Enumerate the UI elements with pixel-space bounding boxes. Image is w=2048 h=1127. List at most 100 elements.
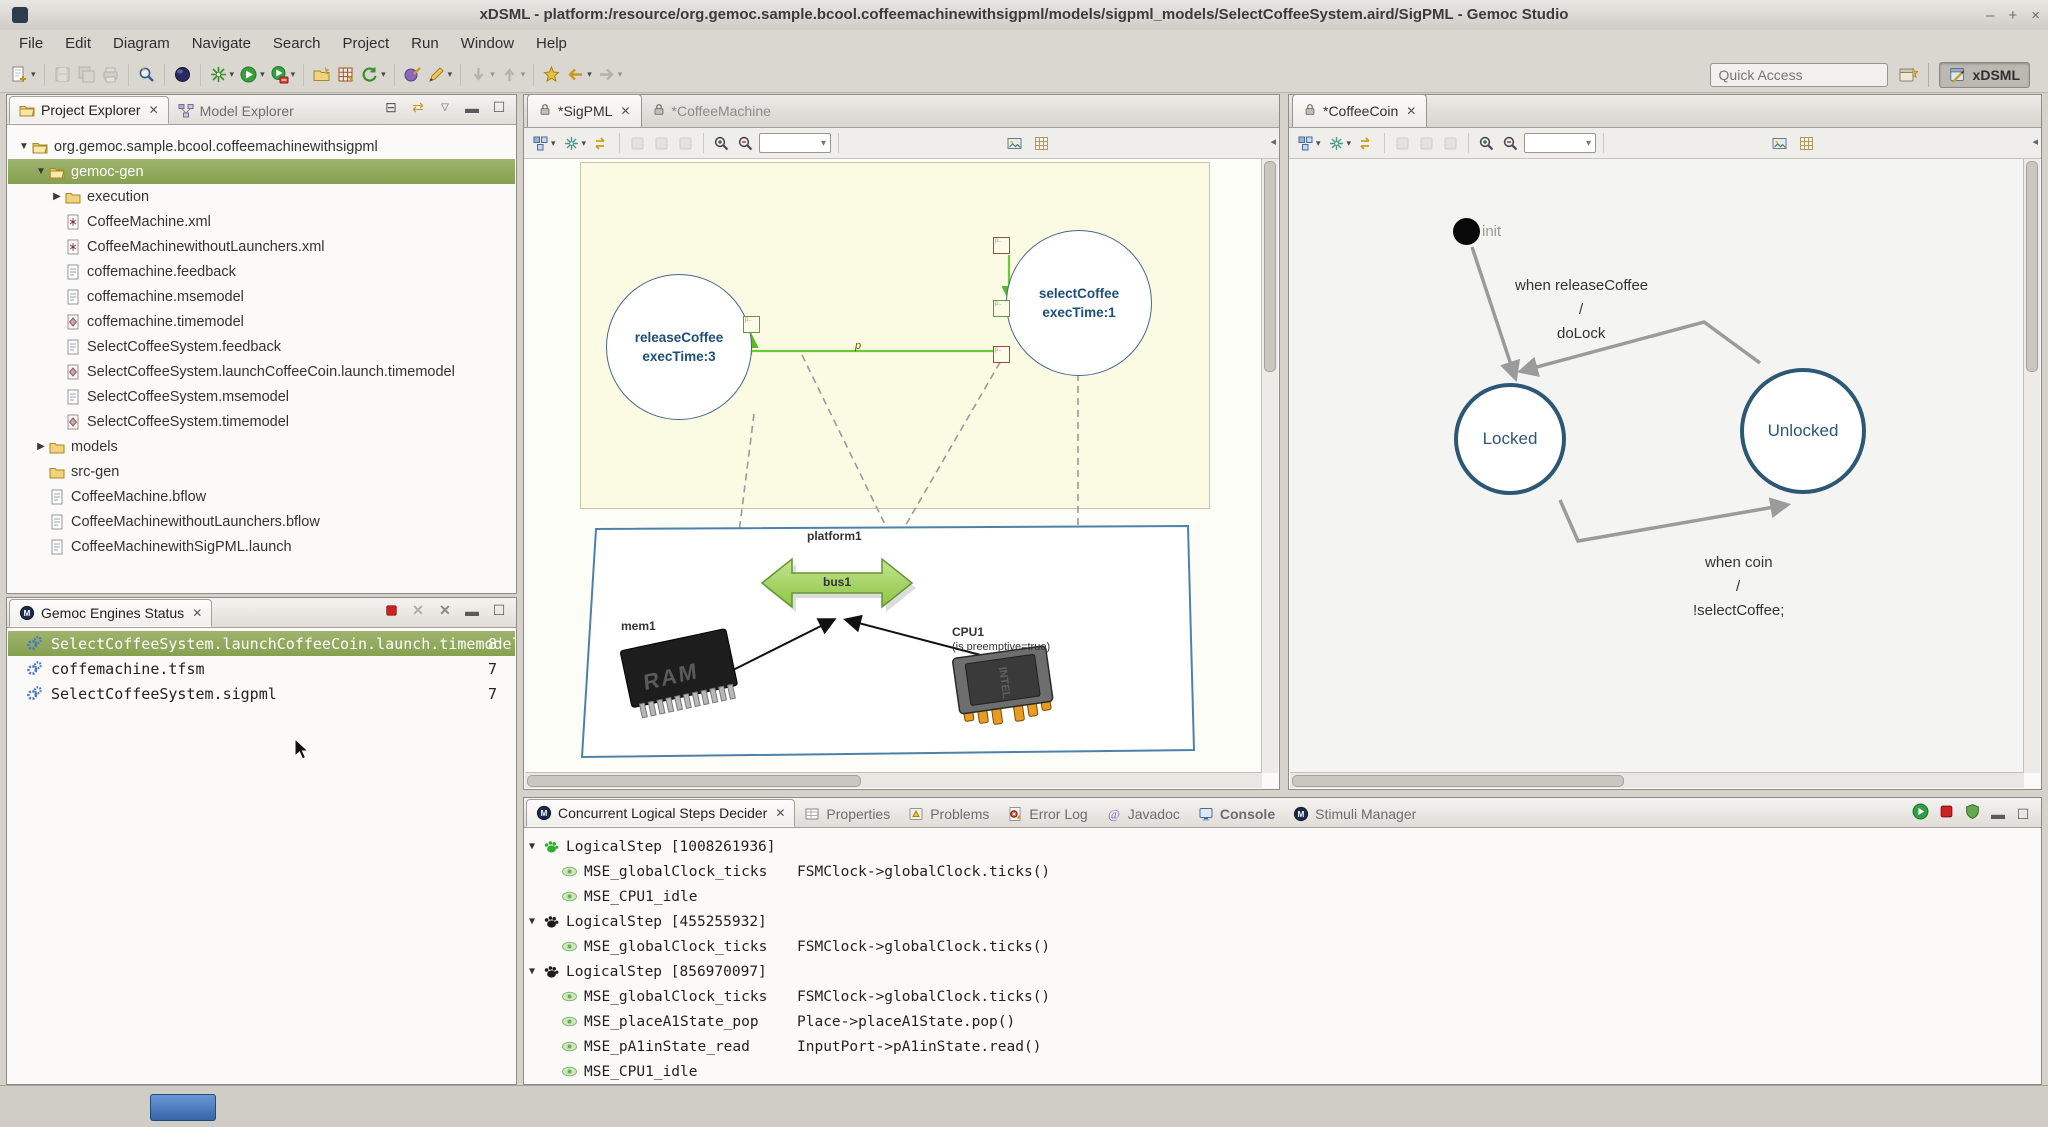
refresh-icon[interactable]: ▾ — [358, 62, 388, 88]
collapsed-arrow-icon[interactable]: ▶ — [49, 191, 65, 202]
expanded-arrow-icon[interactable]: ▼ — [529, 841, 543, 852]
run-icon[interactable]: ▾ — [237, 62, 267, 88]
tree-item[interactable]: src-gen — [8, 459, 515, 484]
state-unlocked[interactable]: Unlocked — [1740, 368, 1866, 494]
mse-event-row[interactable]: MSE_CPU1_idle — [525, 1059, 2040, 1083]
expanded-arrow-icon[interactable]: ▼ — [33, 166, 49, 177]
export-image-icon[interactable] — [1769, 131, 1790, 155]
down-icon[interactable]: ▾ — [467, 62, 497, 88]
mse-event-row[interactable]: MSE_placeA1State_popPlace->placeA1State.… — [525, 1009, 2040, 1034]
tree-item[interactable]: SelectCoffeeSystem.feedback — [8, 334, 515, 359]
tab-error-log[interactable]: Error Log — [998, 801, 1096, 827]
input-port[interactable]: p.. — [993, 237, 1010, 254]
open-perspective-icon[interactable] — [1898, 65, 1918, 85]
menu-navigate[interactable]: Navigate — [181, 32, 262, 55]
newwiz-icon[interactable] — [310, 62, 333, 88]
menu-edit[interactable]: Edit — [54, 32, 102, 55]
dropdown-caret-icon[interactable]: ▾ — [448, 69, 453, 80]
tree-item[interactable]: coffemachine.feedback — [8, 259, 515, 284]
search-icon[interactable] — [135, 62, 158, 88]
logical-step-row[interactable]: ▼LogicalStep [455255932] — [525, 909, 2040, 934]
dropdown-caret-icon[interactable]: ▾ — [260, 69, 265, 80]
close-icon[interactable]: ✕ — [192, 606, 202, 620]
skip-icon[interactable]: ▾ — [207, 62, 237, 88]
menu-search[interactable]: Search — [262, 32, 332, 55]
new-icon[interactable]: ▾ — [8, 62, 38, 88]
link-editor-icon[interactable]: ⇄ — [409, 99, 427, 116]
tab-properties[interactable]: Properties — [795, 801, 899, 827]
maximize-window-icon[interactable]: + — [2008, 7, 2017, 24]
tab-javadoc[interactable]: @Javadoc — [1097, 801, 1189, 827]
engine-row[interactable]: coffemachine.tfsm7 — [8, 656, 515, 681]
tree-item[interactable]: CoffeeMachinewithoutLaunchers.bflow — [8, 509, 515, 534]
close-window-icon[interactable]: × — [2031, 7, 2040, 24]
sigpml-canvas[interactable]: INTEL releaseCoffee execTime:3 selectCof… — [525, 159, 1278, 773]
layers-icon[interactable] — [1796, 131, 1817, 155]
tree-item[interactable]: CoffeeMachinewithSigPML.launch — [8, 534, 515, 559]
spark-icon[interactable]: ▾ — [1326, 131, 1354, 155]
tree-item[interactable]: SelectCoffeeSystem.msemodel — [8, 384, 515, 409]
state-locked[interactable]: Locked — [1454, 383, 1566, 495]
dropdown-caret-icon[interactable]: ▾ — [587, 69, 592, 80]
minimize-view-icon[interactable]: ▬ — [463, 100, 481, 116]
maximize-view-icon[interactable]: ☐ — [490, 602, 508, 619]
zoomout-icon[interactable] — [735, 131, 756, 155]
tab-console[interactable]: Console — [1189, 801, 1284, 827]
palette-collapse-icon[interactable]: ◂ — [1270, 135, 1276, 148]
dropdown-caret-icon[interactable]: ▾ — [1316, 138, 1321, 149]
tree-item[interactable]: ▶models — [8, 434, 515, 459]
vertical-scrollbar[interactable] — [2023, 159, 2040, 773]
tree-item[interactable]: SelectCoffeeSystem.launchCoffeeCoin.laun… — [8, 359, 515, 384]
shield-icon[interactable] — [1964, 803, 1981, 825]
link-icon[interactable] — [1356, 131, 1377, 155]
dropdown-caret-icon[interactable]: ▾ — [490, 69, 495, 80]
expanded-arrow-icon[interactable]: ▼ — [529, 916, 543, 927]
dropdown-caret-icon[interactable]: ▾ — [230, 69, 235, 80]
mse-event-row[interactable]: MSE_CPU1_idle — [525, 884, 2040, 909]
mse-event-row[interactable]: MSE_globalClock_ticksFSMClock->globalClo… — [525, 859, 2040, 884]
editor-tab-coffeecoin[interactable]: *CoffeeCoin✕ — [1292, 94, 1427, 127]
tab-gemoc-engines-status[interactable]: M Gemoc Engines Status ✕ — [9, 599, 212, 627]
engine-row[interactable]: SelectCoffeeSystem.launchCoffeeCoin.laun… — [8, 631, 515, 656]
close-icon[interactable]: ✕ — [775, 806, 785, 820]
quick-access-input[interactable] — [1710, 63, 1888, 87]
gray-icon[interactable] — [1440, 131, 1461, 155]
layout-icon[interactable]: ▾ — [530, 131, 558, 155]
expanded-arrow-icon[interactable]: ▼ — [16, 141, 32, 152]
output-port[interactable]: p.. — [743, 316, 760, 333]
menu-diagram[interactable]: Diagram — [102, 32, 181, 55]
dropdown-caret-icon[interactable]: ▾ — [291, 69, 296, 80]
maximize-view-icon[interactable]: ☐ — [490, 99, 508, 116]
star-icon[interactable] — [540, 62, 563, 88]
initial-state-node[interactable] — [1453, 218, 1480, 245]
tree-item[interactable]: ▶execution — [8, 184, 515, 209]
mse-event-row[interactable]: MSE_globalClock_ticksFSMClock->globalClo… — [525, 934, 2040, 959]
collapsed-arrow-icon[interactable]: ▶ — [33, 441, 49, 452]
horizontal-scrollbar[interactable] — [1290, 772, 2024, 788]
close-icon[interactable]: ✕ — [1406, 104, 1416, 118]
tree-item[interactable]: ▼org.gemoc.sample.bcool.coffeemachinewit… — [8, 134, 515, 159]
dispose-all-engines-icon[interactable]: ✕ — [436, 602, 454, 619]
export-image-icon[interactable] — [1004, 131, 1025, 155]
editor-tab-sigpml[interactable]: *SigPML✕ — [527, 94, 642, 127]
menu-help[interactable]: Help — [525, 32, 578, 55]
tab-project-explorer[interactable]: Project Explorer ✕ — [9, 96, 169, 124]
fwd-icon[interactable]: ▾ — [595, 62, 625, 88]
gray-icon[interactable] — [1416, 131, 1437, 155]
back-icon[interactable]: ▾ — [564, 62, 594, 88]
stop-engine-icon[interactable] — [382, 603, 400, 619]
layout-icon[interactable]: ▾ — [1295, 131, 1323, 155]
grid-icon[interactable] — [334, 62, 357, 88]
editor-tab-coffeemachine[interactable]: *CoffeeMachine — [642, 95, 781, 127]
expanded-arrow-icon[interactable]: ▼ — [529, 966, 543, 977]
purple-icon[interactable] — [401, 62, 424, 88]
zoomout-icon[interactable] — [1500, 131, 1521, 155]
logical-step-row[interactable]: ▼LogicalStep [856970097] — [525, 959, 2040, 984]
dropdown-caret-icon[interactable]: ▾ — [31, 69, 36, 80]
vertical-scrollbar[interactable] — [1261, 159, 1278, 773]
horizontal-scrollbar[interactable] — [525, 772, 1262, 788]
dropdown-caret-icon[interactable]: ▾ — [551, 138, 556, 149]
palette-collapse-icon[interactable]: ◂ — [2032, 135, 2038, 148]
tree-item[interactable]: coffemachine.msemodel — [8, 284, 515, 309]
close-icon[interactable]: ✕ — [620, 104, 630, 118]
